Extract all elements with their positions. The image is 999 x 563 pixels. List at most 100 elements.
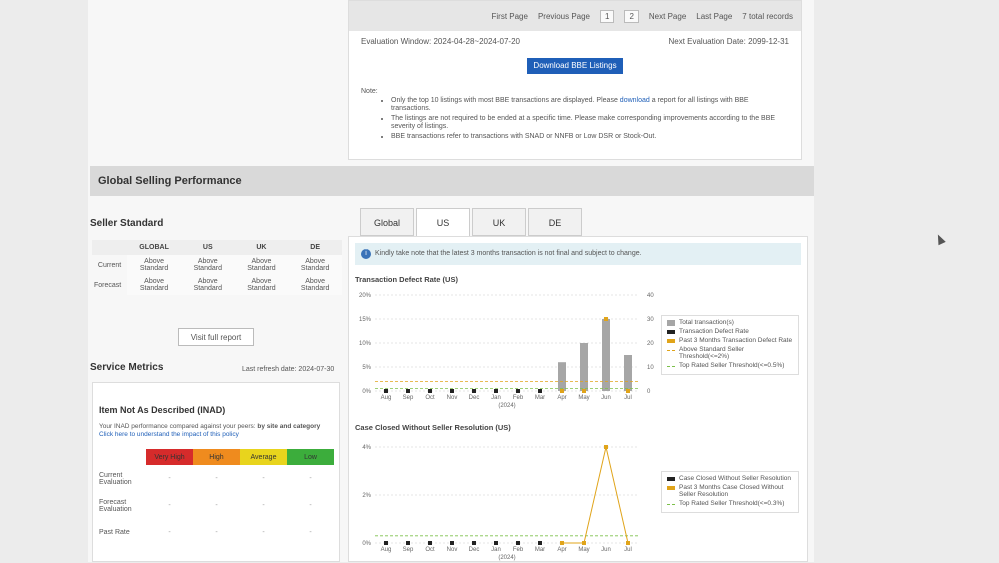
column-header: US bbox=[180, 240, 235, 255]
site-metrics-panel: i Kindly take note that the latest 3 mon… bbox=[348, 236, 808, 562]
x-tick-label: Aug bbox=[381, 547, 392, 553]
x-tick-label: Apr bbox=[557, 547, 566, 553]
bar bbox=[602, 319, 610, 391]
policy-impact-link[interactable]: Click here to understand the impact of t… bbox=[99, 431, 239, 438]
legend-item: Past 3 Months Transaction Defect Rate bbox=[667, 337, 793, 344]
legend-item: Case Closed Without Seller Resolution bbox=[667, 475, 793, 482]
download-report-link[interactable]: download bbox=[620, 97, 650, 104]
note-item: BBE transactions refer to transactions w… bbox=[391, 133, 789, 141]
inad-description: Your INAD performance compared against y… bbox=[99, 423, 321, 438]
tab-global[interactable]: Global bbox=[360, 208, 414, 236]
y-tick-label: 10% bbox=[359, 341, 372, 347]
data-point bbox=[428, 541, 432, 545]
tdr-legend: Total transaction(s) Transaction Defect … bbox=[661, 315, 799, 375]
page-1-button[interactable]: 1 bbox=[600, 9, 615, 23]
y-tick-label: 0% bbox=[362, 389, 371, 395]
y2-tick-label: 20 bbox=[647, 341, 654, 347]
legend-item: Transaction Defect Rate bbox=[667, 328, 793, 335]
legend-item: Total transaction(s) bbox=[667, 319, 793, 326]
tdr-chart-title: Transaction Defect Rate (US) bbox=[355, 275, 458, 284]
data-point bbox=[472, 389, 476, 393]
ccsr-chart: 0% 2% 4% Aug Sep Oct Nov Dec Jan Feb Mar Apr May Jun J… bbox=[362, 445, 639, 561]
data-point bbox=[494, 541, 498, 545]
x-tick-label: Jul bbox=[624, 547, 632, 553]
bar bbox=[558, 362, 566, 391]
data-point bbox=[560, 389, 564, 393]
x-axis-year: (2024) bbox=[498, 403, 515, 409]
bar bbox=[624, 355, 632, 391]
x-tick-label: Jul bbox=[624, 395, 632, 401]
section-title: Global Selling Performance bbox=[90, 166, 814, 196]
info-icon: i bbox=[361, 249, 371, 259]
x-tick-label: May bbox=[578, 547, 589, 553]
tab-uk[interactable]: UK bbox=[472, 208, 526, 236]
x-tick-label: Sep bbox=[403, 547, 414, 553]
y-tick-label: 20% bbox=[359, 293, 372, 299]
level-high: High bbox=[193, 449, 240, 465]
tab-us[interactable]: US bbox=[416, 208, 470, 236]
bar bbox=[580, 343, 588, 391]
note-label: Note: bbox=[361, 88, 378, 95]
data-point bbox=[406, 389, 410, 393]
seller-standard-title: Seller Standard bbox=[90, 218, 164, 229]
column-header: UK bbox=[234, 240, 289, 255]
x-tick-label: Jun bbox=[601, 395, 611, 401]
x-tick-label: Jan bbox=[491, 395, 501, 401]
inad-card: Item Not As Described (INAD) Your INAD p… bbox=[92, 382, 340, 562]
first-page-link[interactable]: First Page bbox=[492, 12, 528, 21]
y-tick-label: 2% bbox=[362, 493, 371, 499]
site-tabs: Global US UK DE bbox=[360, 208, 584, 236]
note-item: Only the top 10 listings with most BBE t… bbox=[391, 97, 789, 113]
column-header: GLOBAL bbox=[127, 240, 181, 255]
level-average: Average bbox=[240, 449, 287, 465]
download-bbe-button[interactable]: Download BBE Listings bbox=[527, 58, 623, 74]
legend-item: Top Rated Seller Threshold(<=0.5%) bbox=[667, 362, 793, 369]
level-low: Low bbox=[287, 449, 334, 465]
data-point bbox=[450, 389, 454, 393]
ccsr-chart-title: Case Closed Without Seller Resolution (U… bbox=[355, 423, 511, 432]
total-records: 7 total records bbox=[742, 11, 793, 21]
data-point bbox=[472, 541, 476, 545]
data-point bbox=[450, 541, 454, 545]
table-row: Current Evaluation - - - - bbox=[99, 471, 312, 486]
data-point bbox=[406, 541, 410, 545]
data-notice: i Kindly take note that the latest 3 mon… bbox=[355, 243, 801, 265]
seller-standard-table: GLOBAL US UK DE Current Above Standard A… bbox=[92, 240, 342, 295]
x-tick-label: Oct bbox=[425, 547, 435, 553]
visit-full-report-button[interactable]: Visit full report bbox=[178, 328, 254, 346]
table-row: Current Above Standard Above Standard Ab… bbox=[92, 255, 342, 275]
bbe-listings-panel: First Page Previous Page 1 2 Next Page L… bbox=[348, 0, 802, 160]
note-item: The listings are not required to be ende… bbox=[391, 115, 789, 131]
next-page-link[interactable]: Next Page bbox=[649, 12, 686, 21]
last-refresh-date: Last refresh date: 2024-07-30 bbox=[242, 366, 335, 373]
previous-page-link[interactable]: Previous Page bbox=[538, 12, 590, 21]
tdr-chart: 0% 5% 10% 15% 20% 0 10 20 30 40 Aug Sep Oct Nov Dec Jan… bbox=[359, 293, 654, 409]
inad-title: Item Not As Described (INAD) bbox=[99, 405, 226, 415]
data-point bbox=[384, 541, 388, 545]
y-tick-label: 4% bbox=[362, 445, 371, 451]
x-tick-label: Mar bbox=[535, 395, 545, 401]
x-tick-label: Mar bbox=[535, 547, 545, 553]
x-tick-label: Jun bbox=[601, 547, 611, 553]
data-point bbox=[428, 389, 432, 393]
next-evaluation-date: Next Evaluation Date: 2099-12-31 bbox=[668, 37, 789, 46]
legend-item: Above Standard Seller Threshold(<=2%) bbox=[667, 346, 793, 360]
data-point bbox=[538, 389, 542, 393]
pagination: First Page Previous Page 1 2 Next Page L… bbox=[349, 1, 801, 31]
data-point bbox=[560, 541, 564, 545]
data-point bbox=[626, 541, 630, 545]
data-point bbox=[516, 541, 520, 545]
page-2-button[interactable]: 2 bbox=[624, 9, 639, 23]
column-header: DE bbox=[288, 240, 342, 255]
y-tick-label: 0% bbox=[362, 541, 371, 547]
table-row: Forecast Evaluation - - - - bbox=[99, 498, 312, 513]
last-page-link[interactable]: Last Page bbox=[696, 12, 732, 21]
x-tick-label: Dec bbox=[469, 395, 480, 401]
note: Note: Only the top 10 listings with most… bbox=[349, 74, 801, 141]
legend-item: Past 3 Months Case Closed Without Seller… bbox=[667, 484, 793, 498]
table-row: Forecast Above Standard Above Standard A… bbox=[92, 275, 342, 295]
x-tick-label: Apr bbox=[557, 395, 566, 401]
level-very-high: Very High bbox=[146, 449, 193, 465]
tab-de[interactable]: DE bbox=[528, 208, 582, 236]
y2-tick-label: 0 bbox=[647, 389, 651, 395]
